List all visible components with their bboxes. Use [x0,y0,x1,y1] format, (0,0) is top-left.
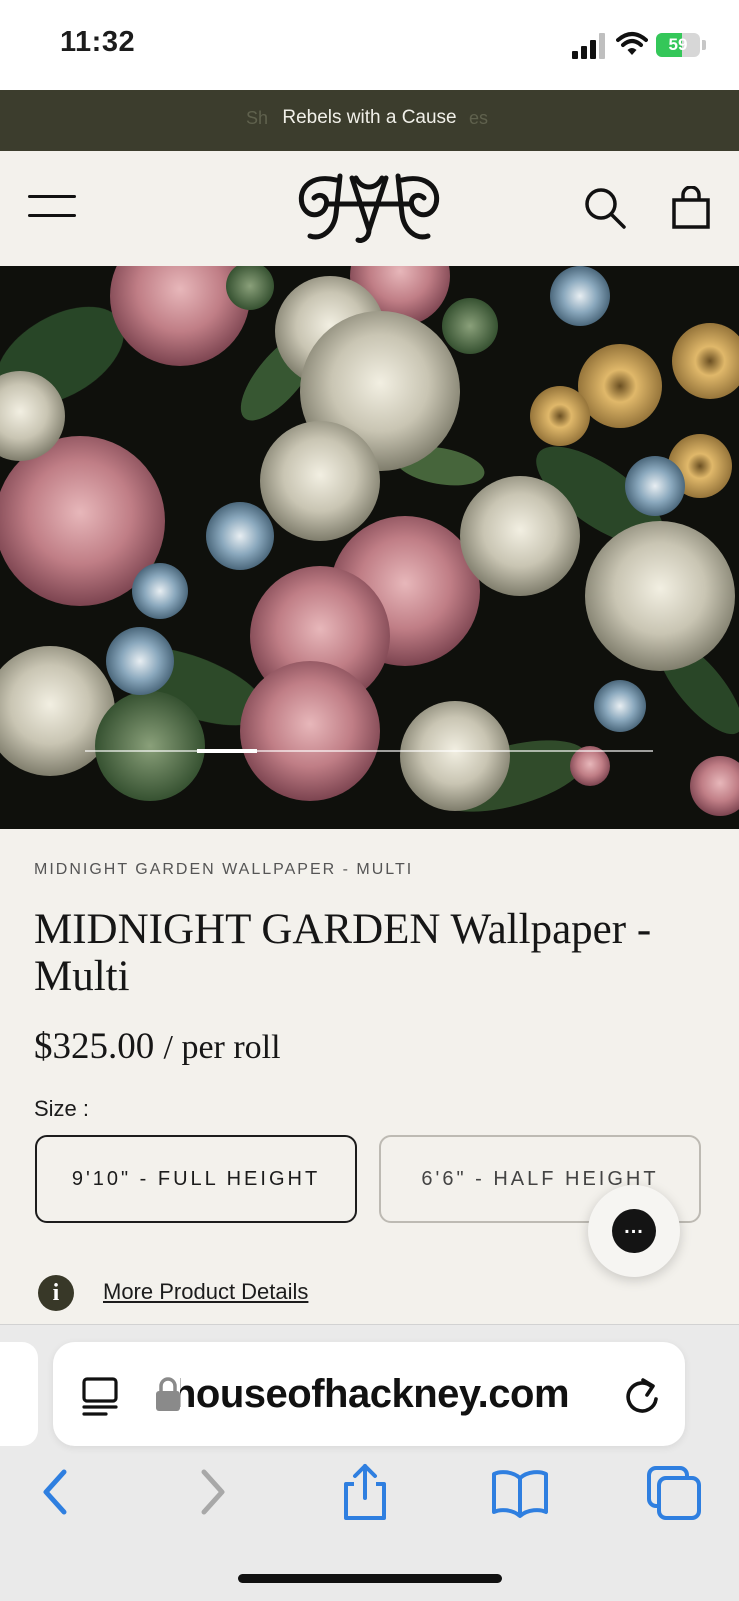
image-carousel-thumb[interactable] [196,749,257,753]
cellular-signal-icon [572,33,606,59]
price-amount: $325.00 [34,1026,155,1067]
info-icon[interactable]: i [38,1275,74,1311]
wifi-icon [616,32,648,55]
product-breadcrumb: MIDNIGHT GARDEN WALLPAPER - MULTI [34,861,414,878]
price-unit: / per roll [163,1029,281,1066]
home-indicator[interactable] [238,1574,502,1583]
chat-bubble-icon: ... [612,1209,656,1253]
floral-pattern-illustration [0,266,739,829]
announcement-text[interactable]: Rebels with a Cause [0,107,739,129]
status-time: 11:32 [60,26,136,58]
chat-launcher-button[interactable]: ... [588,1185,680,1277]
menu-icon[interactable] [28,193,78,223]
more-product-details-link[interactable]: More Product Details [103,1279,308,1305]
product-title: MIDNIGHT GARDEN Wallpaper - Multi [34,906,652,1000]
image-carousel-track[interactable] [85,750,653,752]
tabs-icon[interactable] [645,1462,705,1522]
size-label: Size : [34,1096,90,1121]
bookmarks-icon[interactable] [490,1462,550,1522]
battery-charging-icon: 59 [656,33,700,57]
battery-percentage: 59 [668,35,688,54]
share-icon[interactable] [340,1462,390,1522]
search-icon[interactable] [583,186,627,230]
announcement-ghost-text-right: es [469,108,489,128]
chat-dots: ... [624,1216,644,1238]
brand-logo[interactable] [296,168,442,248]
reload-icon[interactable] [622,1374,662,1416]
shopping-bag-icon[interactable] [671,186,711,230]
url-text: houseofhackney.com [180,1372,570,1416]
product-hero-image[interactable] [0,266,739,829]
back-icon[interactable] [38,1462,72,1522]
size-option-full-height[interactable]: 9'10" - FULL HEIGHT [35,1135,357,1223]
size-option-label: 9'10" - FULL HEIGHT [71,1167,321,1190]
battery-cap [702,40,706,50]
lock-icon [156,1377,180,1411]
forward-icon[interactable] [196,1462,230,1522]
reader-icon[interactable] [82,1376,118,1416]
previous-tab-peek[interactable] [0,1342,38,1446]
product-price: $325.00 / per roll [34,1025,281,1068]
